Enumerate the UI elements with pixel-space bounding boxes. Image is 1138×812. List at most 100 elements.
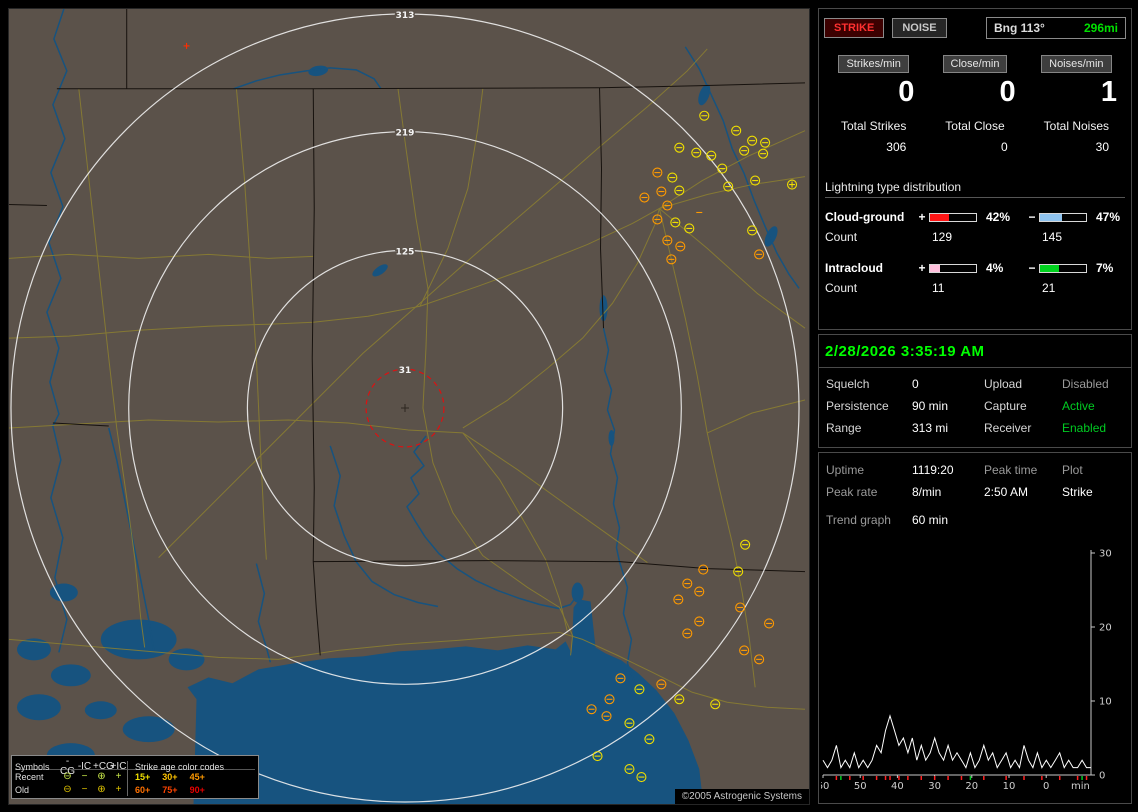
svg-text:30: 30	[928, 781, 941, 792]
close-per-min-value: 0	[999, 76, 1016, 108]
status-box: 2/28/2026 3:35:19 AM Squelch 0 Upload Di…	[818, 334, 1132, 448]
plot-label: Plot	[1062, 463, 1083, 477]
noises-per-min-button[interactable]: Noises/min	[1041, 55, 1112, 73]
copyright-notice: ©2005 Astrogenic Systems	[674, 789, 809, 804]
cloud-ground-row: Cloud-ground + 42% − 47%	[825, 208, 1125, 226]
strike-button[interactable]: STRIKE	[824, 18, 885, 38]
uptime-value: 1119:20	[912, 463, 954, 477]
plus-sign: +	[918, 210, 926, 224]
svg-text:10: 10	[1099, 697, 1112, 708]
tennessee-river	[233, 67, 382, 90]
svg-text:31: 31	[399, 366, 411, 376]
rate-counters: Strikes/min 0 Close/min 0 Noises/min 1	[819, 55, 1131, 109]
strikes-per-min-cell: Strikes/min 0	[823, 55, 924, 109]
peak-time-label: Peak time	[984, 463, 1038, 477]
noises-per-min-cell: Noises/min 1	[1026, 55, 1127, 109]
legend-symbols-header: Symbols	[15, 762, 50, 772]
svg-text:20: 20	[1099, 623, 1112, 634]
side-panel: STRIKE NOISE Bng 113° 296mi Strikes/min …	[818, 8, 1132, 805]
trend-graph: 30 20 10 0 60 50 40 30 20 10 0 min	[821, 549, 1112, 793]
trend-graph-label-row: Trend graph 60 min	[819, 513, 1131, 527]
minus-sign: −	[1028, 210, 1036, 224]
cg-neg-icon: ⊖	[63, 770, 72, 782]
intracloud-label: Intracloud	[825, 261, 884, 275]
strikes-per-min-value: 0	[898, 76, 915, 108]
cg-pos-icon: ⊕	[97, 783, 106, 795]
range-value: 313 mi	[912, 421, 949, 435]
strikes-per-min-button[interactable]: Strikes/min	[838, 55, 909, 73]
session-box: Uptime 1119:20 Peak time Plot Peak rate …	[818, 452, 1132, 804]
noises-per-min-value: 1	[1100, 76, 1117, 108]
legend-header-row: Symbols -CG -IC +CG +IC Strike age color…	[15, 757, 255, 777]
cloud-ground-label: Cloud-ground	[825, 210, 905, 224]
total-noises-cell: Total Noises 30	[1026, 119, 1127, 154]
svg-text:313: 313	[396, 11, 415, 21]
legend-recent-row: Recent ⊖ − ⊕ + 15+ 30+ 45+	[15, 770, 255, 783]
svg-text:min: min	[1071, 781, 1090, 792]
cg-positive-bar	[929, 212, 977, 222]
bearing-readout: Bng 113° 296mi	[986, 17, 1126, 39]
close-per-min-button[interactable]: Close/min	[942, 55, 1008, 73]
close-per-min-cell: Close/min 0	[924, 55, 1025, 109]
app-window: { "map": { "copyright": "©2005 Astrogeni…	[0, 0, 1138, 812]
total-close-value: 0	[1000, 140, 1008, 154]
ic-positive-pct: 4%	[986, 261, 1004, 275]
svg-text:10: 10	[1003, 781, 1016, 792]
cg-negative-pct: 47%	[1096, 210, 1121, 224]
total-strikes-cell: Total Strikes 306	[823, 119, 924, 154]
upload-label: Upload	[984, 377, 1023, 391]
legend-recent-ages: 15+ 30+ 45+	[127, 770, 255, 783]
svg-text:40: 40	[891, 781, 904, 792]
noise-button[interactable]: NOISE	[892, 18, 947, 38]
chattahoochee-river	[602, 328, 621, 562]
intracloud-row: Intracloud + 4% − 7%	[825, 259, 1125, 277]
minus-sign: −	[1028, 261, 1036, 275]
tombigbee-river	[329, 445, 439, 608]
age-60: 60+	[135, 784, 151, 795]
peak-rate-value: 8/min	[912, 485, 942, 499]
count-label: Count	[825, 281, 858, 295]
svg-text:60: 60	[821, 781, 829, 792]
total-noises-label: Total Noises	[1043, 119, 1110, 133]
bearing-value: Bng 113°	[994, 21, 1045, 35]
ic-pos-icon: +	[115, 770, 122, 782]
peak-rate-label: Peak rate	[826, 485, 878, 499]
lightning-map[interactable]: 313 219 125 31 Symbols -CG -IC +CG +IC Stri…	[8, 8, 810, 805]
trend-graph-window: 60 min	[912, 513, 949, 527]
svg-text:0: 0	[1043, 781, 1049, 792]
lake	[372, 264, 388, 277]
peak-time-value: 2:50 AM	[984, 485, 1029, 499]
svg-text:0: 0	[1099, 771, 1105, 782]
svg-text:20: 20	[965, 781, 978, 792]
count-label: Count	[825, 230, 858, 244]
plus-sign: +	[918, 261, 926, 275]
ic-neg-icon: −	[81, 770, 88, 782]
cg-neg-icon: ⊖	[63, 783, 72, 795]
range-label: Range	[826, 421, 862, 435]
cloud-ground-count-row: Count 129 145	[825, 230, 1125, 246]
bearing-range: 296mi	[1083, 21, 1118, 35]
age-15: 15+	[135, 771, 151, 782]
age-90: 90+	[189, 784, 205, 795]
total-close-label: Total Close	[945, 119, 1005, 133]
age-75: 75+	[162, 784, 178, 795]
persistence-label: Persistence	[826, 399, 889, 413]
legend-old-row: Old ⊖ − ⊕ + 60+ 75+ 90+	[15, 783, 255, 796]
uptime-label: Uptime	[826, 463, 865, 477]
squelch-label: Squelch	[826, 377, 870, 391]
plot-value: Strike	[1062, 485, 1093, 499]
lake	[122, 716, 175, 743]
totals-row: Total Strikes 306 Total Close 0 Total No…	[819, 119, 1131, 154]
top-toolbar: STRIKE NOISE Bng 113° 296mi	[819, 9, 1131, 39]
receiver-status: Enabled	[1062, 421, 1107, 435]
ic-positive-bar	[929, 263, 977, 273]
legend-recent-label: Recent	[15, 771, 44, 782]
legend-old-label: Old	[15, 784, 30, 795]
lake	[50, 664, 91, 687]
lake	[698, 84, 711, 106]
total-strikes-label: Total Strikes	[840, 119, 907, 133]
ic-neg-icon: −	[81, 783, 88, 795]
age-45: 45+	[189, 771, 205, 782]
mississippi-river	[46, 9, 68, 653]
upload-status: Disabled	[1062, 377, 1109, 391]
